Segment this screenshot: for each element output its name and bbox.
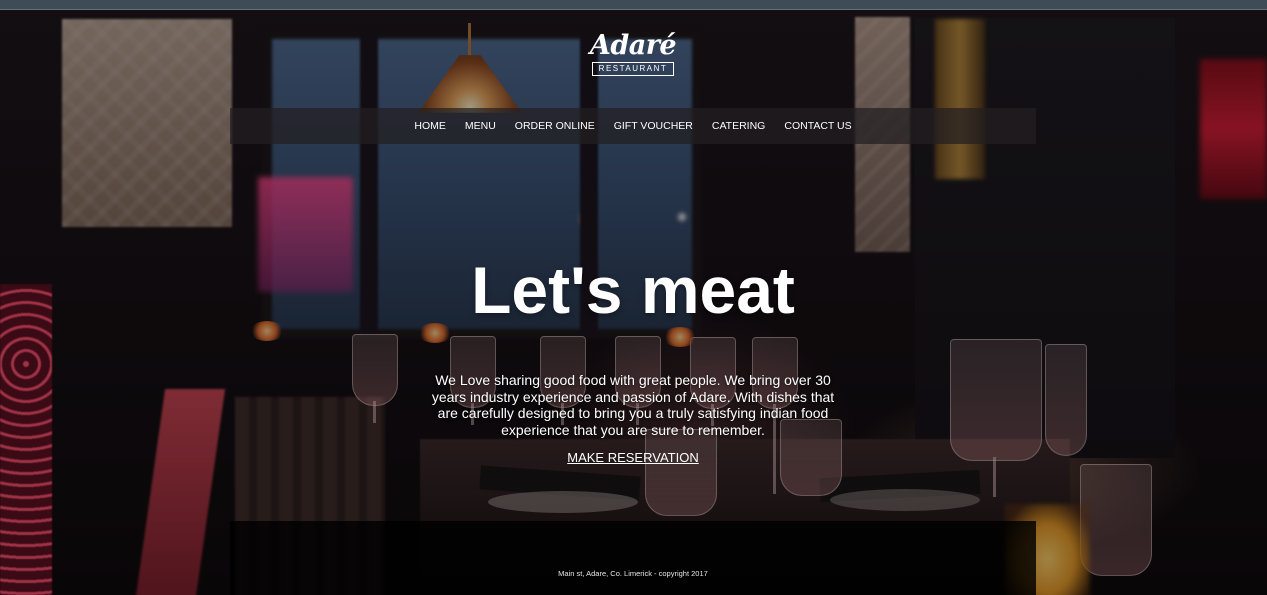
main-nav: HOME MENU ORDER ONLINE GIFT VOUCHER CATE…	[230, 108, 1036, 144]
hero-title: Let's meat	[471, 253, 795, 327]
nav-item-gift-voucher[interactable]: GIFT VOUCHER	[614, 120, 693, 132]
nav-item-catering[interactable]: CATERING	[712, 120, 765, 132]
logo-name: Adaré	[589, 30, 677, 61]
nav-item-menu[interactable]: MENU	[465, 120, 496, 132]
nav-item-home[interactable]: HOME	[414, 120, 446, 132]
nav-item-order-online[interactable]: ORDER ONLINE	[515, 120, 595, 132]
page: Adaré RESTAURANT HOME MENU ORDER ONLINE …	[0, 0, 1267, 595]
browser-top-strip	[0, 0, 1267, 10]
footer: Main st, Adare, Co. Limerick - copyright…	[230, 521, 1036, 595]
logo-subtitle: RESTAURANT	[592, 62, 674, 76]
nav-item-contact-us[interactable]: CONTACT US	[784, 120, 851, 132]
hero-description: We Love sharing good food with great peo…	[431, 372, 835, 438]
make-reservation-link[interactable]: MAKE RESERVATION	[533, 450, 733, 465]
footer-copyright: Main st, Adare, Co. Limerick - copyright…	[558, 569, 708, 578]
logo[interactable]: Adaré RESTAURANT	[578, 30, 688, 80]
